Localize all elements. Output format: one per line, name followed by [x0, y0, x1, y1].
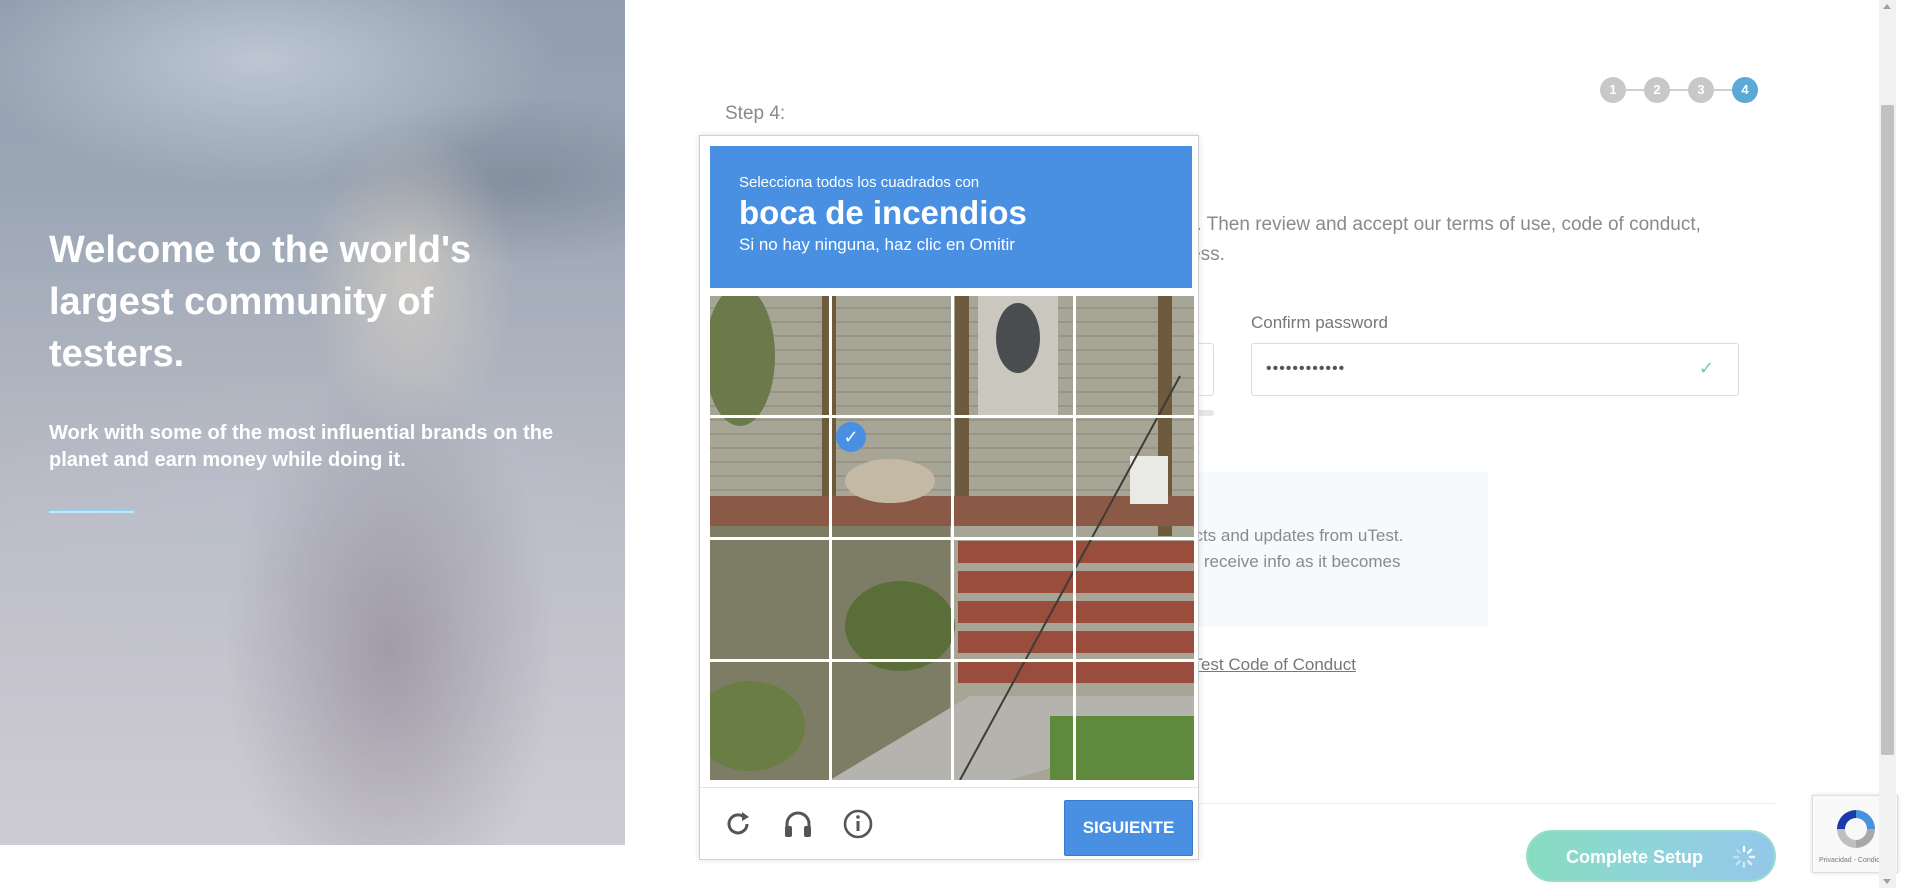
code-of-conduct-link[interactable]: uTest Code of Conduct [1183, 655, 1356, 675]
captcha-tile[interactable] [710, 540, 829, 659]
step-intro-line-1: unt. Then review and accept our terms of… [1170, 214, 1701, 235]
captcha-tile[interactable] [710, 296, 829, 415]
grid-divider [710, 659, 1194, 662]
page: Welcome to the world's largest community… [0, 0, 1920, 888]
captcha-tile[interactable] [710, 418, 829, 537]
captcha-tile[interactable] [954, 418, 1073, 537]
captcha-target: boca de incendios [739, 194, 1027, 231]
hero-divider [49, 510, 134, 514]
page-scrollbar[interactable] [1879, 0, 1896, 888]
captcha-tile-selected[interactable]: ✓ [832, 418, 951, 537]
grid-divider [710, 537, 1194, 540]
complete-setup-label: Complete Setup [1566, 847, 1704, 867]
form-divider [1170, 803, 1775, 804]
captcha-skip-hint: Si no hay ninguna, haz clic en Omitir [739, 235, 1015, 254]
confirm-password-field[interactable]: •••••••••••• ✓ [1251, 343, 1739, 396]
scrollbar-thumb[interactable] [1881, 105, 1894, 755]
captcha-tile[interactable] [1076, 296, 1195, 415]
reload-icon[interactable] [722, 808, 754, 840]
headphones-icon[interactable] [782, 808, 814, 840]
captcha-tile[interactable] [832, 540, 951, 659]
hero-panel: Welcome to the world's largest community… [0, 0, 625, 845]
captcha-tile[interactable] [710, 662, 829, 781]
step-intro-line-2: ocess. [1170, 240, 1770, 270]
grid-divider [710, 415, 1194, 418]
step-2: 2 [1644, 77, 1670, 103]
newsletter-text-line-2: to receive info as it becomes [1185, 552, 1401, 571]
captcha-tile[interactable] [954, 662, 1073, 781]
hero-title: Welcome to the world's largest community… [49, 229, 472, 375]
confirm-password-label: Confirm password [1251, 313, 1388, 332]
step-1: 1 [1600, 77, 1626, 103]
loading-spinner-icon [1732, 845, 1756, 869]
captcha-tile[interactable] [1076, 540, 1195, 659]
captcha-tile[interactable] [832, 296, 951, 415]
step-progress-line [1612, 89, 1748, 91]
confirm-password-value: •••••••••••• [1266, 360, 1346, 377]
captcha-tile[interactable] [954, 296, 1073, 415]
scroll-down-icon[interactable] [1883, 879, 1891, 884]
info-icon[interactable] [842, 808, 874, 840]
newsletter-box [1170, 472, 1488, 627]
step-4: 4 [1732, 77, 1758, 103]
captcha-footer: SIGUIENTE [700, 787, 1198, 859]
check-icon: ✓ [1698, 358, 1714, 378]
step-label: Step 4: [725, 103, 786, 124]
step-progress: 1 2 3 4 [1600, 77, 1760, 103]
recaptcha-logo-icon [1837, 810, 1875, 848]
newsletter-text-line-1: ects and updates from uTest. [1185, 526, 1404, 545]
captcha-instruction: Selecciona todos los cuadrados con [739, 174, 980, 191]
captcha-tile[interactable] [954, 540, 1073, 659]
step-intro: unt. Then review and accept our terms of… [1170, 210, 1770, 270]
hero-subtitle: Work with some of the most influential b… [49, 422, 554, 471]
next-button[interactable]: SIGUIENTE [1064, 800, 1193, 856]
step-3: 3 [1688, 77, 1714, 103]
captcha-tile[interactable] [1076, 662, 1195, 781]
captcha-image-grid: ✓ [710, 296, 1194, 780]
captcha-challenge: Selecciona todos los cuadrados con boca … [699, 135, 1199, 860]
captcha-header: Selecciona todos los cuadrados con boca … [710, 146, 1192, 288]
captcha-tile[interactable] [1076, 418, 1195, 537]
complete-setup-button[interactable]: Complete Setup [1526, 830, 1776, 882]
scroll-up-icon[interactable] [1883, 4, 1891, 9]
captcha-tile[interactable] [832, 662, 951, 781]
selected-check-icon: ✓ [836, 422, 866, 452]
